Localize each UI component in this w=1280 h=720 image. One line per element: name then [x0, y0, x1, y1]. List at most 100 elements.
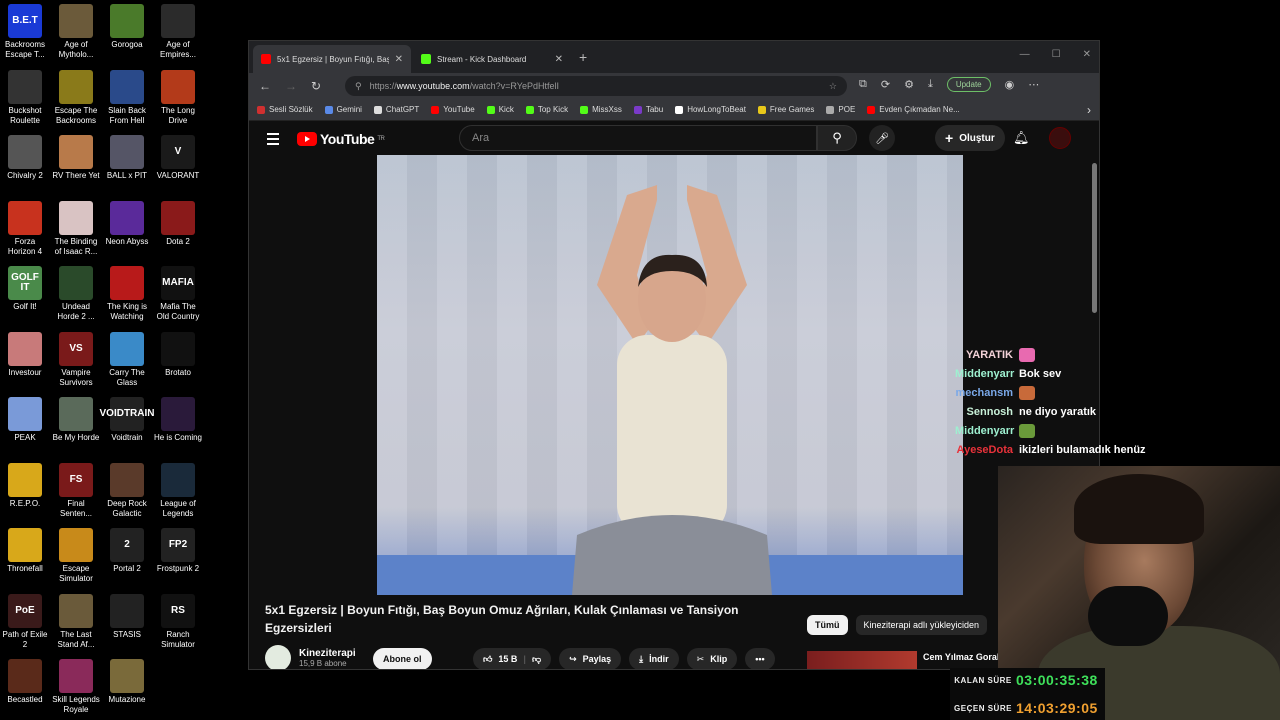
share-button[interactable]: ↪ Paylaş: [559, 648, 622, 669]
desktop-icon[interactable]: Gorogoa: [102, 4, 152, 50]
desktop-icon[interactable]: League of Legends: [153, 462, 203, 519]
extensions-icon[interactable]: ⧉: [859, 78, 867, 91]
desktop-icon[interactable]: He is Coming: [153, 397, 203, 443]
voice-search-button[interactable]: 🎤︎: [869, 125, 895, 151]
bookmark-item[interactable]: ChatGPT: [373, 105, 419, 114]
more-actions-button[interactable]: •••: [745, 648, 775, 669]
bookmark-item[interactable]: Top Kick: [525, 105, 568, 114]
desktop-icon[interactable]: Investour: [0, 331, 50, 378]
bookmark-item[interactable]: MissXss: [580, 105, 622, 114]
chat-username: Middenyarr: [955, 424, 1015, 437]
desktop-icon[interactable]: MAFIA Mafia The Old Country: [153, 266, 203, 322]
video-player[interactable]: [377, 155, 963, 595]
desktop-icon[interactable]: Dota 2: [153, 200, 203, 247]
desktop-icon[interactable]: Deep Rock Galactic: [102, 462, 152, 519]
desktop-icon[interactable]: 2 Portal 2: [102, 528, 152, 574]
page-scrollbar[interactable]: [1092, 163, 1097, 313]
desktop-icon[interactable]: Age of Mytholo...: [51, 4, 101, 60]
desktop-icon[interactable]: VOIDTRAIN Voidtrain: [100, 397, 155, 443]
search-button[interactable]: ⚲: [817, 125, 857, 151]
bookmark-item[interactable]: Tabu: [633, 105, 663, 114]
desktop-icon[interactable]: Thronefall: [0, 528, 50, 574]
forward-icon[interactable]: →: [285, 79, 297, 93]
desktop-icon[interactable]: R.E.P.O.: [0, 462, 50, 509]
desktop-icon[interactable]: GOLF IT Golf It!: [0, 266, 50, 312]
sync-icon[interactable]: ⟳: [881, 78, 890, 91]
close-window-icon[interactable]: ✕: [1083, 49, 1091, 60]
bookmark-star-icon[interactable]: ☆: [829, 81, 837, 92]
desktop-icon[interactable]: Neon Abyss: [102, 200, 152, 247]
desktop-icon[interactable]: The Binding of Isaac R...: [51, 200, 101, 257]
create-button[interactable]: + Oluştur: [935, 125, 1005, 151]
desktop-icon[interactable]: Brotato: [153, 331, 203, 378]
bookmark-item[interactable]: HowLongToBeat: [675, 105, 746, 114]
update-button[interactable]: Update: [946, 77, 991, 92]
reload-icon[interactable]: ↻: [311, 79, 321, 93]
desktop-icon[interactable]: Forza Horizon 4: [0, 200, 50, 257]
back-icon[interactable]: ←: [259, 79, 271, 93]
desktop-icon[interactable]: Buckshot Roulette: [0, 69, 50, 126]
bookmark-item[interactable]: Sesli Sözlük: [257, 105, 313, 114]
site-info-icon[interactable]: ⚲: [355, 81, 362, 92]
chip-all[interactable]: Tümü: [807, 615, 848, 635]
search-input[interactable]: Ara: [459, 125, 817, 151]
account-avatar[interactable]: [1049, 127, 1071, 149]
desktop-icon[interactable]: RS Ranch Simulator: [153, 593, 203, 650]
bookmarks-overflow-icon[interactable]: ›: [1087, 103, 1091, 117]
desktop-icon[interactable]: FP2 Frostpunk 2: [153, 528, 203, 574]
channel-avatar[interactable]: [265, 645, 291, 669]
desktop-icon[interactable]: RV There Yet: [51, 135, 101, 181]
thumbs-down-icon[interactable]: 👎︎: [532, 654, 541, 665]
url-field[interactable]: ⚲ https://www.youtube.com/watch?v=RYePdH…: [345, 76, 847, 96]
desktop-icon[interactable]: Chivalry 2: [0, 135, 50, 181]
desktop-icon[interactable]: V VALORANT: [153, 135, 203, 181]
chip-from-uploader[interactable]: Kineziterapi adlı yükleyiciden: [855, 615, 988, 635]
bookmark-item[interactable]: Free Games: [757, 105, 814, 114]
desktop-icon[interactable]: FS Final Senten...: [51, 462, 101, 519]
desktop-icon[interactable]: The Last Stand Af...: [51, 593, 101, 650]
youtube-logo[interactable]: YouTube TR: [297, 131, 385, 147]
notifications-bell-icon[interactable]: 🔔︎: [1013, 130, 1030, 146]
desktop-icon[interactable]: The King is Watching: [102, 266, 152, 322]
like-button[interactable]: 👍︎ 15 B | 👎︎: [473, 648, 552, 669]
minimize-icon[interactable]: —: [1020, 49, 1030, 60]
profile-icon[interactable]: ◉: [1005, 78, 1015, 91]
clip-button[interactable]: ✂ Klip: [686, 648, 738, 669]
desktop-icon[interactable]: PEAK: [0, 397, 50, 443]
download-icon[interactable]: ⤓: [928, 78, 933, 91]
bookmark-item[interactable]: POE: [826, 105, 855, 114]
bookmark-item[interactable]: YouTube: [431, 105, 475, 114]
desktop-icon[interactable]: Undead Horde 2 ...: [51, 266, 101, 322]
bookmark-label: Evden Çıkmadan Ne...: [879, 105, 960, 114]
settings-icon[interactable]: ⚙: [904, 78, 914, 91]
desktop-icon[interactable]: Carry The Glass: [102, 331, 152, 388]
download-button[interactable]: ⤓ İndir: [629, 648, 679, 669]
close-tab-icon[interactable]: ✕: [555, 50, 563, 69]
desktop-icon[interactable]: PoE Path of Exile 2: [0, 593, 50, 650]
desktop-icon[interactable]: STASIS: [102, 593, 152, 640]
desktop-icon[interactable]: Slain Back From Hell: [102, 69, 152, 126]
hamburger-menu-icon[interactable]: [267, 133, 279, 148]
desktop-icon[interactable]: Mutazione: [102, 659, 152, 705]
desktop-icon[interactable]: B.E.T Backrooms Escape T...: [0, 4, 50, 60]
close-tab-icon[interactable]: ✕: [395, 50, 403, 69]
desktop-icon[interactable]: VS Vampire Survivors: [51, 331, 101, 388]
channel-name[interactable]: Kineziterapi: [299, 648, 356, 659]
tab-kick-dashboard[interactable]: Stream - Kick Dashboard ✕: [413, 45, 571, 73]
desktop-icon[interactable]: Be My Horde: [51, 397, 101, 443]
subscribe-button[interactable]: Abone ol: [373, 648, 432, 669]
desktop-icon[interactable]: Age of Empires...: [153, 4, 203, 60]
desktop-icon[interactable]: Skill Legends Royale: [51, 659, 101, 715]
desktop-icon[interactable]: Becastled: [0, 659, 50, 705]
desktop-icon[interactable]: The Long Drive: [153, 69, 203, 126]
maximize-icon[interactable]: ☐: [1052, 49, 1061, 60]
desktop-icon[interactable]: Escape The Backrooms: [51, 69, 101, 126]
bookmark-item[interactable]: Kick: [486, 105, 514, 114]
tab-youtube[interactable]: 5x1 Egzersiz | Boyun Fıtığı, Baş Bo ✕: [253, 45, 411, 73]
desktop-icon[interactable]: Escape Simulator: [51, 528, 101, 584]
bookmark-item[interactable]: Evden Çıkmadan Ne...: [867, 105, 960, 114]
more-menu-icon[interactable]: ⋯: [1028, 78, 1039, 91]
desktop-icon[interactable]: BALL x PIT: [102, 135, 152, 181]
new-tab-button[interactable]: +: [579, 49, 587, 65]
bookmark-item[interactable]: Gemini: [324, 105, 362, 114]
